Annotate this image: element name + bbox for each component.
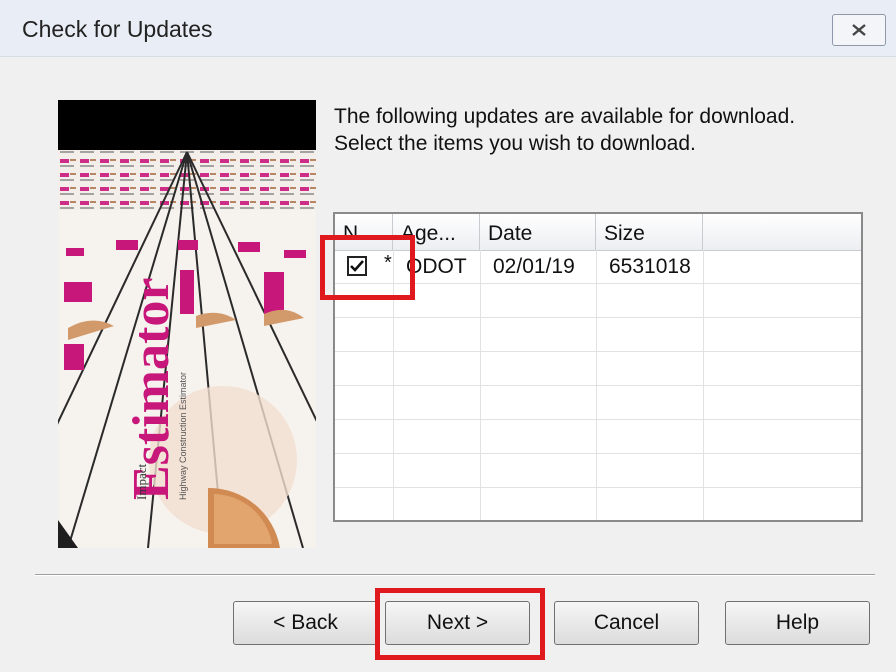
back-button[interactable]: < Back bbox=[233, 601, 378, 645]
estimator-splash-image: Estimator Impact Highway Construction Es… bbox=[58, 100, 316, 548]
column-header-size[interactable]: Size bbox=[596, 214, 703, 250]
empty-row bbox=[335, 386, 861, 420]
close-button[interactable] bbox=[832, 14, 886, 46]
splash-subtitle-text: Highway Construction Estimator bbox=[178, 372, 188, 500]
updates-list[interactable]: N... Age... Date Size * ODOT 02/01/19 65… bbox=[333, 212, 863, 522]
list-header: N... Age... Date Size bbox=[335, 214, 861, 251]
next-button[interactable]: Next > bbox=[385, 601, 530, 645]
empty-row bbox=[335, 284, 861, 318]
row-checkbox[interactable] bbox=[347, 256, 367, 276]
close-icon bbox=[852, 24, 866, 36]
table-row[interactable]: * ODOT 02/01/19 6531018 bbox=[335, 250, 861, 284]
row-size: 6531018 bbox=[609, 255, 691, 278]
help-button[interactable]: Help bbox=[725, 601, 870, 645]
button-separator bbox=[35, 574, 875, 576]
splash-prefix-text: Impact bbox=[134, 464, 149, 500]
empty-row bbox=[335, 318, 861, 352]
column-header-empty bbox=[703, 214, 861, 250]
empty-row bbox=[335, 454, 861, 488]
checkmark-icon bbox=[350, 260, 364, 272]
instructions-text: The following updates are available for … bbox=[334, 103, 795, 157]
row-name: * bbox=[384, 252, 392, 274]
splash-brand-text: Estimator bbox=[123, 278, 180, 500]
window-title: Check for Updates bbox=[22, 16, 213, 42]
row-agency: ODOT bbox=[406, 255, 467, 278]
column-header-date[interactable]: Date bbox=[480, 214, 596, 250]
empty-row bbox=[335, 352, 861, 386]
column-header-agency[interactable]: Age... bbox=[393, 214, 480, 250]
row-date: 02/01/19 bbox=[493, 255, 575, 278]
instructions-line-2: Select the items you wish to download. bbox=[334, 132, 696, 155]
column-header-name[interactable]: N... bbox=[335, 214, 393, 250]
instructions-line-1: The following updates are available for … bbox=[334, 105, 796, 128]
title-bar: Check for Updates bbox=[0, 0, 896, 57]
empty-row bbox=[335, 420, 861, 454]
cancel-button[interactable]: Cancel bbox=[554, 601, 699, 645]
check-for-updates-dialog: Check for Updates Estimator Impact Highw… bbox=[0, 0, 896, 672]
